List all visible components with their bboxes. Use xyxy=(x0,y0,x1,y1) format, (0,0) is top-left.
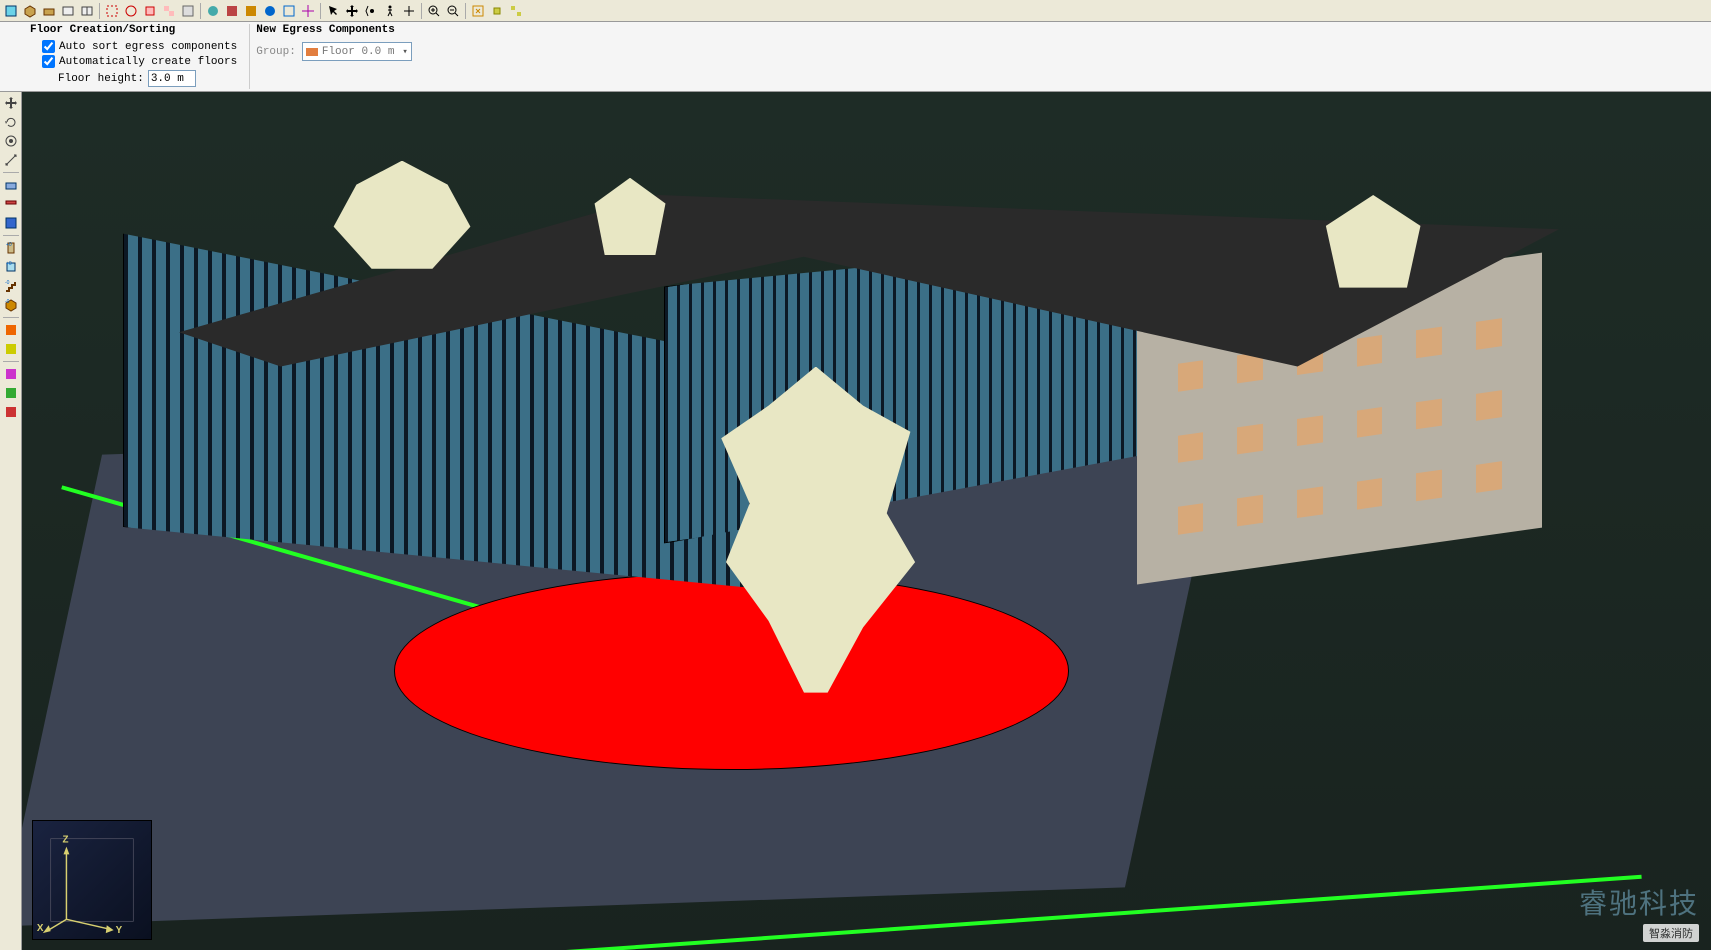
lt-scale[interactable] xyxy=(2,132,20,150)
egress-group: New Egress Components Group: Floor 0.0 m xyxy=(256,24,424,89)
egress-group-label: Group: xyxy=(256,46,296,58)
tb-zoom-in[interactable] xyxy=(425,2,443,20)
scene-exit-region xyxy=(394,572,1070,769)
lt-material-b[interactable] xyxy=(2,340,20,358)
floor-swatch-icon xyxy=(306,48,318,56)
axis-x-label: X xyxy=(37,923,44,934)
tb-color-mode[interactable] xyxy=(204,2,222,20)
tb-select-face[interactable] xyxy=(160,2,178,20)
top-toolbar xyxy=(0,0,1711,22)
tb-fit-selection[interactable] xyxy=(488,2,506,20)
tb-look[interactable] xyxy=(400,2,418,20)
svg-text:+0: +0 xyxy=(6,242,12,248)
auto-create-row[interactable]: Automatically create floors xyxy=(30,55,237,68)
tb-select-lasso[interactable] xyxy=(122,2,140,20)
floor-panel-title: Floor Creation/Sorting xyxy=(30,24,237,36)
svg-text:-0: -0 xyxy=(5,280,10,286)
egress-group-row: Group: Floor 0.0 m xyxy=(256,40,412,61)
tb-select-hide[interactable] xyxy=(179,2,197,20)
toolbar-separator xyxy=(3,361,19,362)
egress-group-combo[interactable]: Floor 0.0 m xyxy=(302,42,412,61)
lt-material-a[interactable] xyxy=(2,321,20,339)
tb-fit-view[interactable] xyxy=(469,2,487,20)
lt-wall[interactable] xyxy=(2,176,20,194)
3d-viewport[interactable]: Z X Y 睿驰科技 智淼消防 xyxy=(22,92,1711,950)
lt-door[interactable]: +0 xyxy=(2,239,20,257)
toolbar-separator xyxy=(3,172,19,173)
auto-sort-checkbox[interactable] xyxy=(42,40,55,53)
auto-create-label: Automatically create floors xyxy=(59,56,237,68)
auto-sort-label: Auto sort egress components xyxy=(59,41,237,53)
left-toolbar: +0 +0 -0 -0 xyxy=(0,92,22,950)
tb-light[interactable] xyxy=(261,2,279,20)
tb-select-cube[interactable] xyxy=(141,2,159,20)
egress-group-value: Floor 0.0 m xyxy=(322,46,395,58)
floor-creation-group: Floor Creation/Sorting Auto sort egress … xyxy=(30,24,250,89)
svg-text:-0: -0 xyxy=(5,299,10,305)
svg-text:+0: +0 xyxy=(6,261,12,267)
tb-pan[interactable] xyxy=(343,2,361,20)
lt-analyze-b[interactable] xyxy=(2,384,20,402)
toolbar-separator xyxy=(3,235,19,236)
tb-view-iso[interactable] xyxy=(2,2,20,20)
tb-zoom-out[interactable] xyxy=(444,2,462,20)
lt-move[interactable] xyxy=(2,94,20,112)
lt-stair[interactable]: -0 xyxy=(2,277,20,295)
axis-y-label: Y xyxy=(116,925,123,936)
toolbar-separator xyxy=(3,317,19,318)
axis-z-label: Z xyxy=(63,835,69,846)
lt-rotate[interactable] xyxy=(2,113,20,131)
tb-select-rect[interactable] xyxy=(103,2,121,20)
lt-agent[interactable]: -0 xyxy=(2,296,20,314)
toolbar-separator xyxy=(465,3,466,19)
tb-view-front[interactable] xyxy=(59,2,77,20)
lt-analyze-a[interactable] xyxy=(2,365,20,383)
toolbar-separator xyxy=(99,3,100,19)
tb-view-side[interactable] xyxy=(78,2,96,20)
toolbar-separator xyxy=(421,3,422,19)
tb-wire[interactable] xyxy=(280,2,298,20)
lt-measure[interactable] xyxy=(2,151,20,169)
auto-create-checkbox[interactable] xyxy=(42,55,55,68)
toolbar-separator xyxy=(320,3,321,19)
lt-window[interactable]: +0 xyxy=(2,258,20,276)
floor-height-label: Floor height: xyxy=(58,73,144,85)
tb-gizmo[interactable] xyxy=(299,2,317,20)
tb-shade[interactable] xyxy=(223,2,241,20)
egress-panel-title: New Egress Components xyxy=(256,24,412,36)
floor-height-input[interactable] xyxy=(148,70,196,87)
tb-pointer[interactable] xyxy=(324,2,342,20)
tb-texture[interactable] xyxy=(242,2,260,20)
auto-sort-row[interactable]: Auto sort egress components xyxy=(30,40,237,53)
tb-fit-region[interactable] xyxy=(507,2,525,20)
tb-view-top[interactable] xyxy=(40,2,58,20)
tb-view-cube[interactable] xyxy=(21,2,39,20)
floor-height-row: Floor height: xyxy=(30,70,237,87)
lt-analyze-c[interactable] xyxy=(2,403,20,421)
options-panel: Floor Creation/Sorting Auto sort egress … xyxy=(0,22,1711,92)
axis-gizmo[interactable]: Z X Y xyxy=(32,820,152,940)
toolbar-separator xyxy=(200,3,201,19)
lt-zone[interactable] xyxy=(2,214,20,232)
tb-orbit[interactable] xyxy=(362,2,380,20)
lt-slab[interactable] xyxy=(2,195,20,213)
tb-walk[interactable] xyxy=(381,2,399,20)
